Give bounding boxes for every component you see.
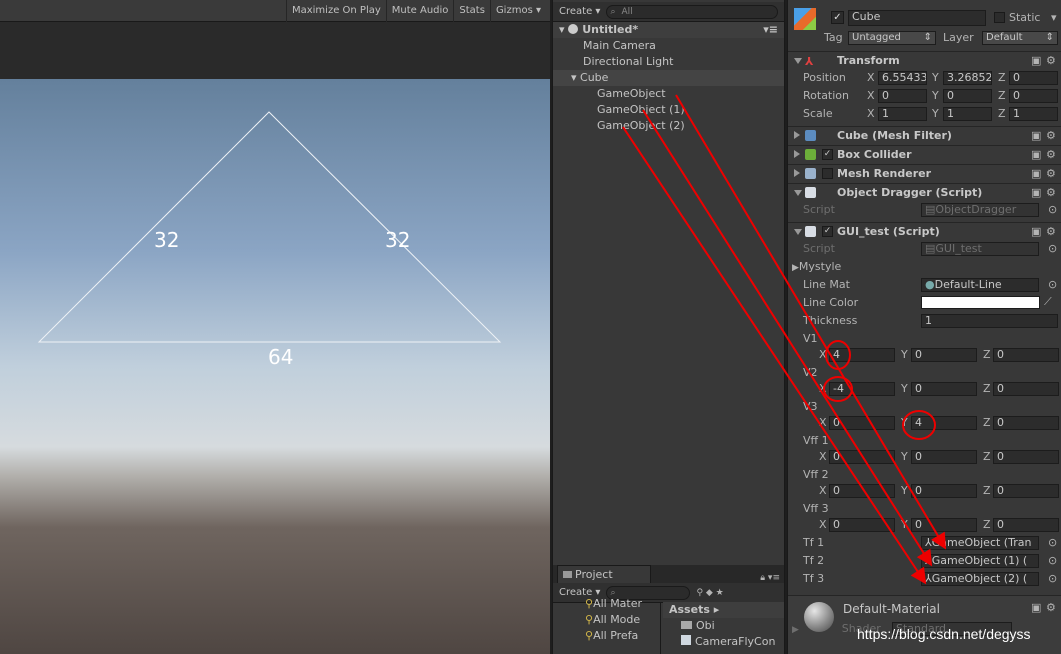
red-circle-highlight: [823, 376, 853, 402]
red-arrow: [675, 94, 947, 550]
red-arrow: [642, 109, 933, 567]
watermark-url: https://blog.csdn.net/degyss: [857, 626, 1031, 642]
red-arrow: [622, 126, 927, 585]
red-circle-highlight: [902, 410, 936, 440]
annotation-overlay: [622, 94, 947, 585]
